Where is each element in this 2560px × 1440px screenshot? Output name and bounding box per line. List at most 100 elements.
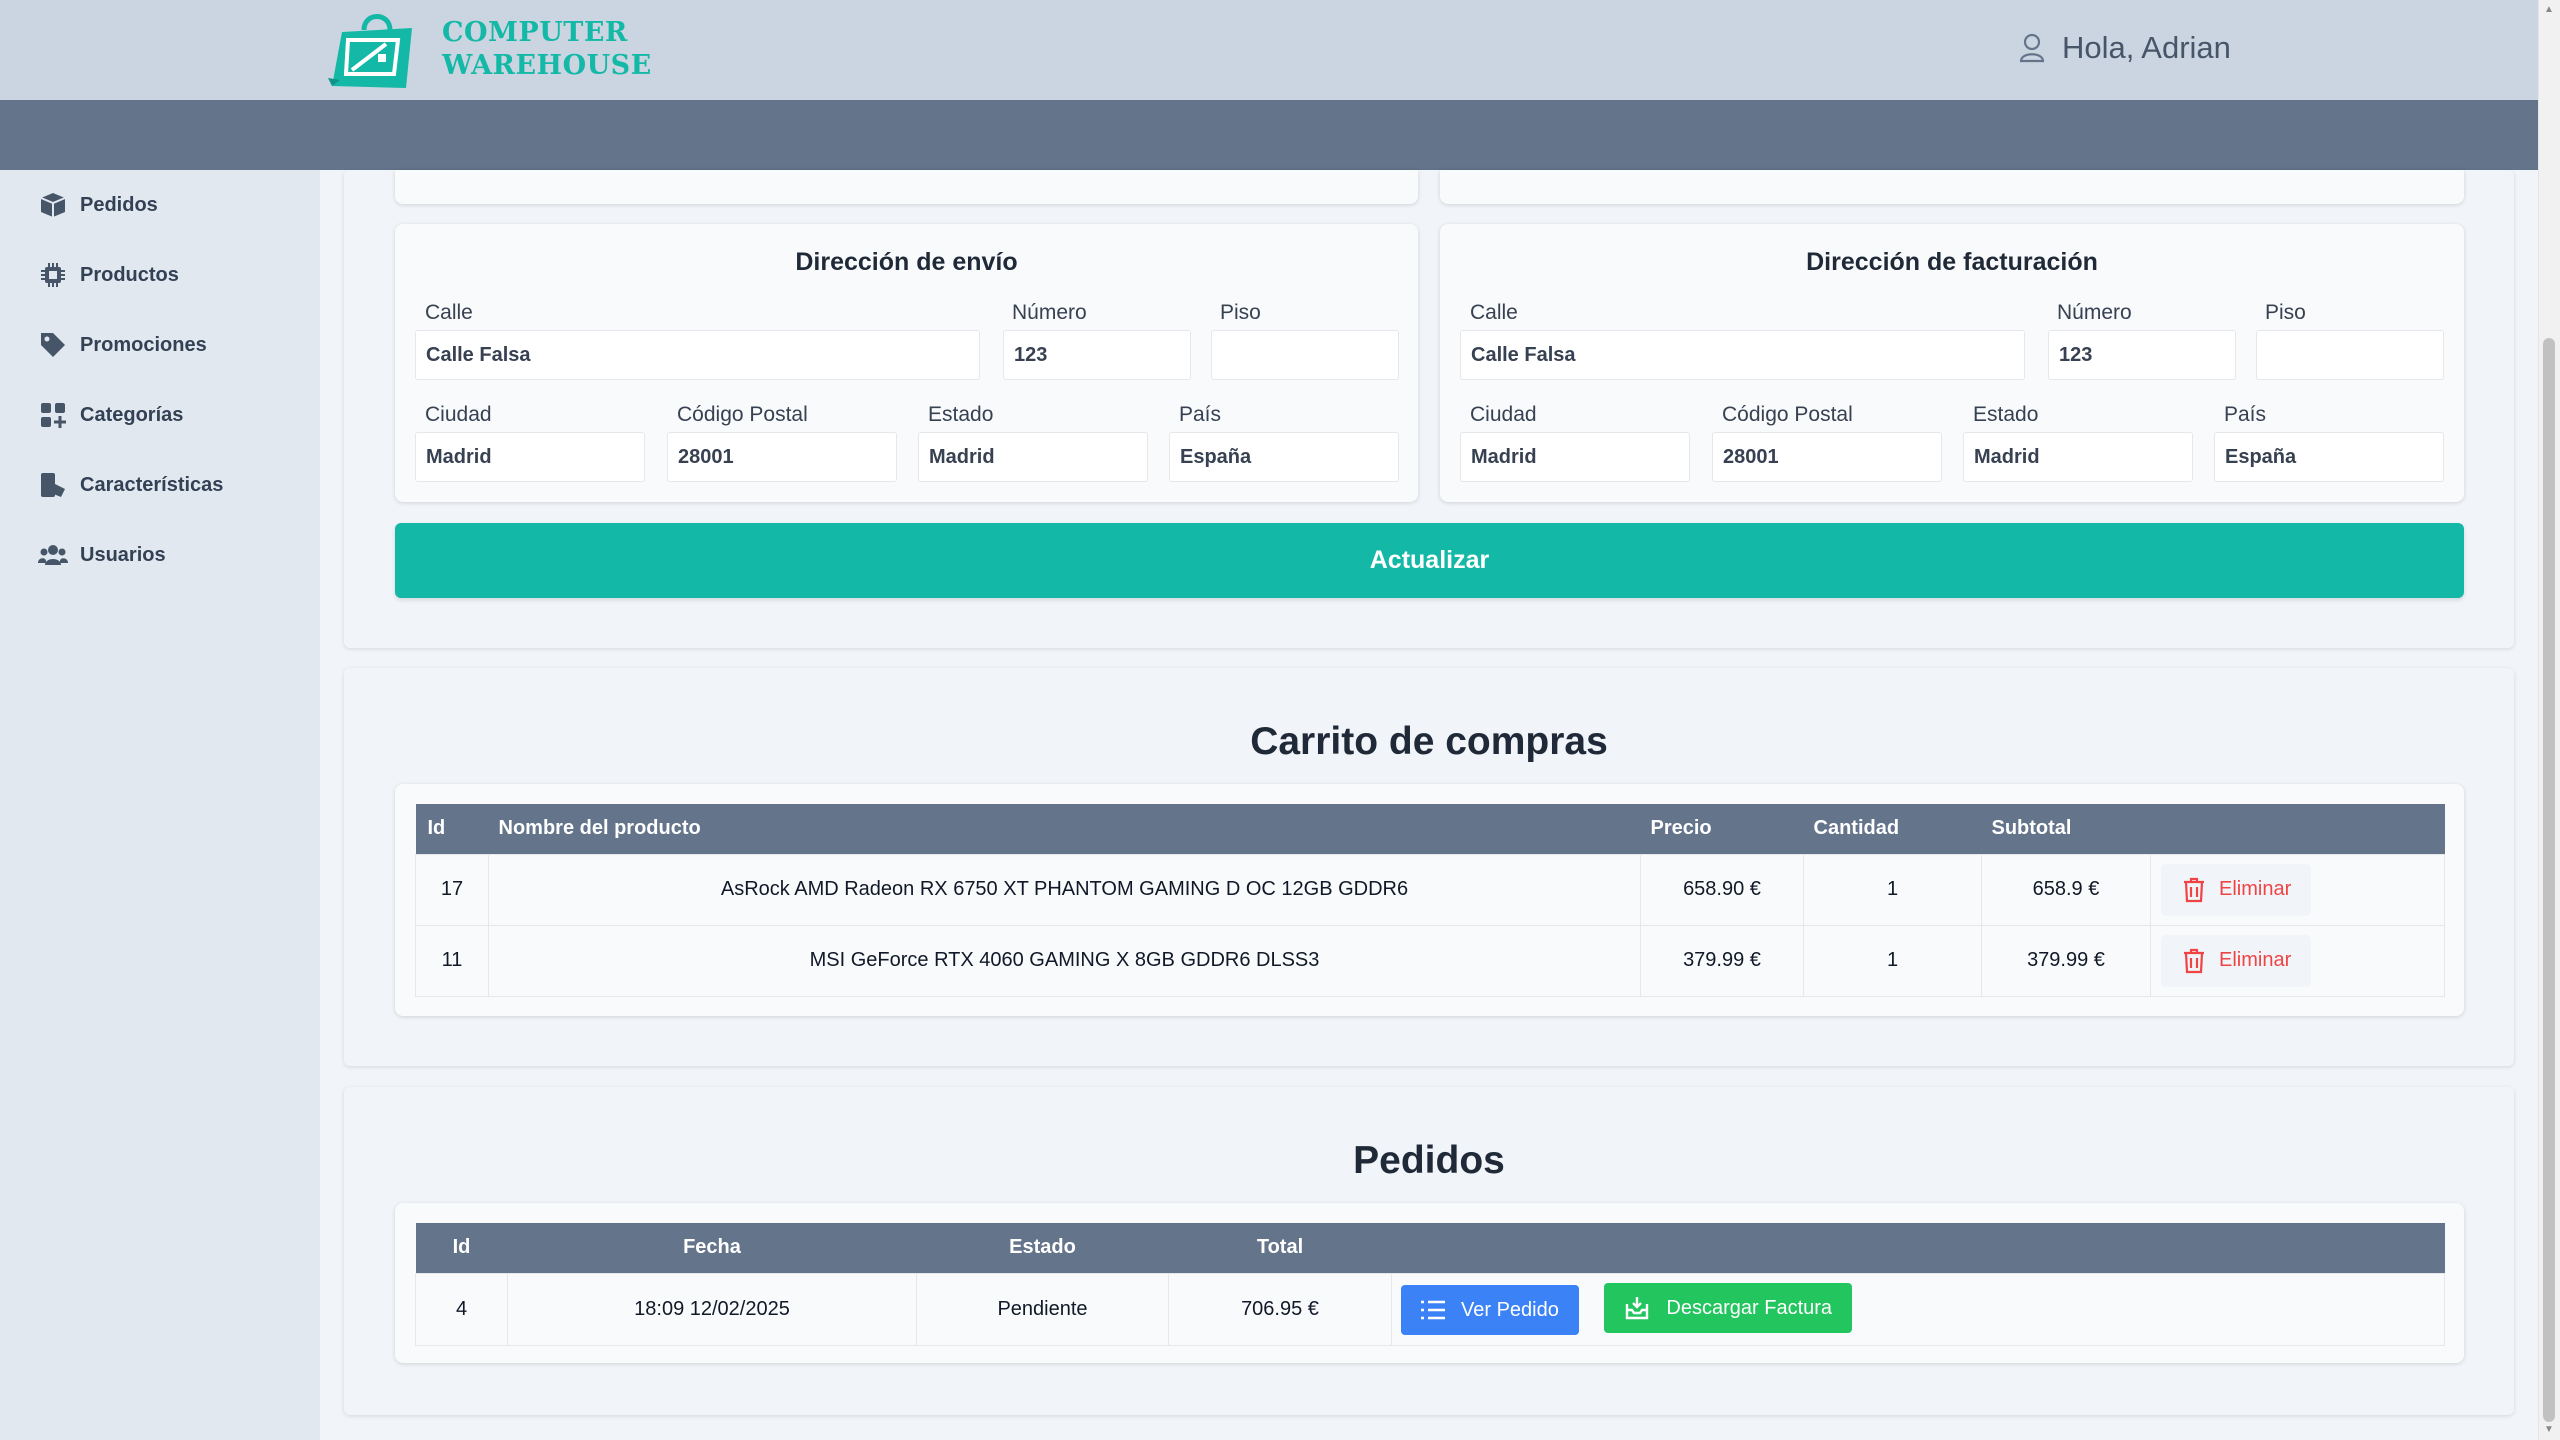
cell-price: 379.99 €	[1640, 924, 1804, 997]
chip-icon	[38, 260, 68, 290]
country-label: País	[2224, 403, 2267, 426]
download-invoice-label: Descargar Factura	[1666, 1296, 1833, 1319]
sidebar: Pedidos Productos Promociones Categorías…	[0, 170, 320, 1440]
billing-country-input[interactable]	[2214, 432, 2444, 482]
column-header-actions	[2150, 804, 2445, 854]
user-menu[interactable]: Hola, Adrian	[2018, 30, 2231, 66]
zip-label: Código Postal	[1722, 403, 1853, 426]
cell-subtotal: 379.99 €	[1981, 924, 2151, 997]
grid-plus-icon	[38, 400, 68, 430]
cell-product-name: AsRock AMD Radeon RX 6750 XT PHANTOM GAM…	[488, 853, 1641, 926]
shipping-city-input[interactable]	[415, 432, 645, 482]
shopping-bag-logo-icon	[328, 14, 412, 88]
scrollbar-thumb[interactable]	[2543, 338, 2555, 1422]
cell-id: 4	[415, 1272, 508, 1346]
column-header-subtotal: Subtotal	[1981, 804, 2151, 854]
list-icon	[1421, 1300, 1445, 1320]
sidebar-item-label: Pedidos	[80, 193, 158, 216]
shipping-title: Dirección de envío	[795, 248, 1018, 276]
cart-header-row: Id Nombre del producto Precio Cantidad S…	[415, 804, 2445, 854]
sidebar-item-label: Productos	[80, 263, 179, 286]
number-label: Número	[1012, 301, 1087, 324]
billing-address-card: Dirección de facturación Calle Número Pi…	[1440, 224, 2464, 502]
delete-button[interactable]: Eliminar	[2161, 934, 2312, 987]
secondary-navbar	[0, 100, 2538, 170]
delete-button[interactable]: Eliminar	[2161, 863, 2312, 916]
sidebar-item-label: Usuarios	[80, 543, 166, 566]
sidebar-item-caracteristicas[interactable]: Características	[38, 470, 223, 500]
table-row: 17 AsRock AMD Radeon RX 6750 XT PHANTOM …	[415, 853, 2445, 926]
delete-button-label: Eliminar	[2219, 949, 2292, 971]
cart-title: Carrito de compras	[1250, 720, 1608, 763]
country-label: País	[1179, 403, 1222, 426]
cell-id: 11	[415, 924, 489, 997]
scroll-up-arrow[interactable]: ▲	[2543, 4, 2555, 16]
tag-icon	[38, 330, 68, 360]
billing-city-input[interactable]	[1460, 432, 1690, 482]
billing-number-input[interactable]	[2048, 330, 2236, 380]
billing-state-input[interactable]	[1963, 432, 2193, 482]
update-button[interactable]: Actualizar	[395, 523, 2464, 598]
cell-total: 706.95 €	[1168, 1272, 1392, 1346]
orders-header-row: Id Fecha Estado Total	[415, 1223, 2445, 1273]
street-label: Calle	[425, 301, 473, 324]
cell-id: 17	[415, 853, 489, 926]
specs-icon	[38, 470, 68, 500]
table-row: 4 18:09 12/02/2025 Pendiente 706.95 € Ve…	[415, 1272, 2445, 1346]
table-row: 11 MSI GeForce RTX 4060 GAMING X 8GB GDD…	[415, 924, 2445, 997]
personal-info-card	[395, 170, 1418, 204]
sidebar-item-usuarios[interactable]: Usuarios	[38, 540, 166, 570]
shipping-zip-input[interactable]	[667, 432, 897, 482]
sidebar-item-categorias[interactable]: Categorías	[38, 400, 183, 430]
cell-subtotal: 658.9 €	[1981, 853, 2151, 926]
column-header-total: Total	[1168, 1223, 1392, 1273]
cell-status: Pendiente	[916, 1272, 1169, 1346]
billing-zip-input[interactable]	[1712, 432, 1942, 482]
sidebar-item-pedidos[interactable]: Pedidos	[38, 190, 158, 220]
orders-title: Pedidos	[1353, 1139, 1505, 1182]
billing-title: Dirección de facturación	[1806, 248, 2098, 276]
shipping-state-input[interactable]	[918, 432, 1148, 482]
scroll-down-arrow[interactable]: ▼	[2543, 1424, 2555, 1436]
cell-date: 18:09 12/02/2025	[507, 1272, 917, 1346]
shipping-floor-input[interactable]	[1211, 330, 1399, 380]
sidebar-item-promociones[interactable]: Promociones	[38, 330, 207, 360]
sidebar-item-label: Promociones	[80, 333, 207, 356]
logo[interactable]: COMPUTER WAREHOUSE	[328, 8, 652, 90]
cart-table: Id Nombre del producto Precio Cantidad S…	[415, 804, 2445, 997]
floor-label: Piso	[1220, 301, 1261, 324]
box-icon	[38, 190, 68, 220]
logo-line-1: COMPUTER	[442, 17, 628, 48]
download-invoice-button[interactable]: Descargar Factura	[1604, 1283, 1853, 1333]
column-header-product: Nombre del producto	[488, 804, 1641, 854]
column-header-quantity: Cantidad	[1803, 804, 1982, 854]
column-header-actions	[1391, 1223, 2445, 1273]
sidebar-item-label: Categorías	[80, 403, 184, 426]
city-label: Ciudad	[425, 403, 492, 426]
billing-floor-input[interactable]	[2256, 330, 2444, 380]
street-label: Calle	[1470, 301, 1518, 324]
column-header-status: Estado	[916, 1223, 1169, 1273]
trash-icon	[2184, 877, 2204, 902]
view-order-button[interactable]: Ver Pedido	[1401, 1285, 1579, 1335]
sidebar-item-productos[interactable]: Productos	[38, 260, 179, 290]
sidebar-item-label: Características	[80, 473, 224, 496]
cell-price: 658.90 €	[1640, 853, 1804, 926]
shipping-number-input[interactable]	[1003, 330, 1191, 380]
view-order-label: Ver Pedido	[1461, 1298, 1559, 1321]
greeting-text: Hola, Adrian	[2062, 30, 2231, 65]
shipping-address-card: Dirección de envío Calle Número Piso Ciu…	[395, 224, 1418, 502]
cell-actions: Eliminar	[2150, 924, 2445, 997]
billing-street-input[interactable]	[1460, 330, 2025, 380]
trash-icon	[2184, 948, 2204, 973]
shipping-street-input[interactable]	[415, 330, 980, 380]
state-label: Estado	[928, 403, 994, 426]
column-header-date: Fecha	[507, 1223, 917, 1273]
column-header-id: Id	[415, 1223, 508, 1273]
logo-line-2: WAREHOUSE	[442, 50, 652, 81]
column-header-price: Precio	[1640, 804, 1804, 854]
city-label: Ciudad	[1470, 403, 1537, 426]
user-icon	[2019, 33, 2045, 63]
shipping-country-input[interactable]	[1169, 432, 1399, 482]
account-info-card	[1440, 170, 2464, 204]
